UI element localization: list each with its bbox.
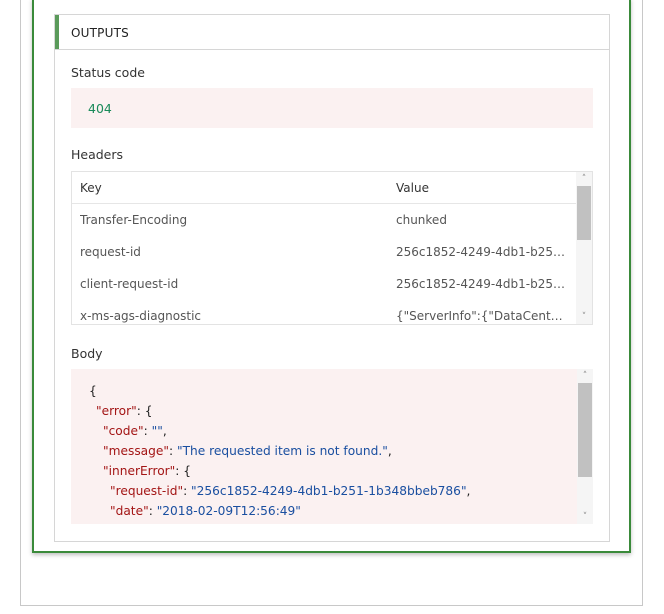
json-punctuation: , — [466, 484, 471, 498]
outputs-title: OUTPUTS — [71, 26, 129, 40]
table-row: Transfer-Encoding chunked — [72, 204, 577, 236]
header-key: x-ms-ags-diagnostic — [80, 309, 202, 323]
header-key: Transfer-Encoding — [80, 213, 188, 227]
chevron-up-icon[interactable]: ˄ — [576, 172, 592, 186]
code-line: "request-id": "256c1852-4249-4db1-b251-1… — [89, 481, 470, 501]
json-key: "error" — [96, 404, 137, 418]
status-code-label: Status code — [71, 65, 145, 80]
body-label: Body — [71, 346, 103, 361]
json-key: "request-id" — [110, 484, 184, 498]
header-value: chunked — [396, 213, 447, 227]
json-string: "The requested item is not found." — [176, 444, 388, 458]
header-value: 256c1852-4249-4db1-b251-1... — [396, 277, 570, 291]
column-header-key: Key — [80, 181, 102, 195]
outputs-panel: OUTPUTS Status code 404 Headers Key Valu… — [54, 14, 610, 542]
json-punctuation: , — [387, 444, 392, 458]
code-line: "error": { — [89, 401, 470, 421]
status-code-value: 404 — [88, 101, 112, 116]
code-line: "message": "The requested item is not fo… — [89, 441, 470, 461]
json-string: "2018-02-09T12:56:49" — [156, 504, 301, 518]
code-line: "innerError": { — [89, 461, 470, 481]
header-key: request-id — [80, 245, 141, 259]
json-key: "innerError" — [103, 464, 176, 478]
body-scroll-thumb[interactable] — [578, 383, 592, 477]
header-key: client-request-id — [80, 277, 179, 291]
json-punctuation: : { — [136, 404, 153, 418]
json-punctuation: : — [148, 504, 157, 518]
body-code-box[interactable]: {"error": {"code": "", "message": "The re… — [71, 369, 593, 524]
json-punctuation: : — [183, 484, 192, 498]
json-string: "" — [151, 424, 163, 438]
code-line: "code": "", — [89, 421, 470, 441]
chevron-up-icon[interactable]: ˄ — [577, 369, 593, 383]
headers-label: Headers — [71, 147, 124, 162]
chevron-down-icon[interactable]: ˅ — [576, 310, 592, 324]
json-punctuation: { — [89, 384, 97, 398]
outputs-accent-bar — [55, 15, 59, 49]
json-key: "date" — [110, 504, 149, 518]
json-key: "message" — [103, 444, 169, 458]
outputs-header: OUTPUTS — [55, 15, 609, 50]
table-row: request-id 256c1852-4249-4db1-b251-1... — [72, 236, 577, 268]
table-row: x-ms-ags-diagnostic {"ServerInfo":{"Data… — [72, 300, 577, 324]
headers-table-header: Key Value — [72, 172, 577, 204]
json-punctuation: : { — [175, 464, 191, 478]
headers-scrollbar[interactable]: ˄ ˅ — [576, 172, 592, 324]
chevron-down-icon[interactable]: ˅ — [577, 510, 593, 524]
body-json: {"error": {"code": "", "message": "The re… — [89, 381, 470, 521]
json-punctuation: : — [143, 424, 152, 438]
headers-scroll-thumb[interactable] — [577, 186, 591, 240]
code-line: { — [89, 381, 470, 401]
column-header-value: Value — [396, 181, 429, 195]
json-punctuation: , — [162, 424, 167, 438]
json-punctuation: : — [168, 444, 177, 458]
status-code-box: 404 — [71, 88, 593, 128]
json-string: "256c1852-4249-4db1-b251-1b348bbeb786" — [191, 484, 467, 498]
headers-table[interactable]: Key Value Transfer-Encoding chunked requ… — [71, 171, 593, 325]
header-value: 256c1852-4249-4db1-b251-1... — [396, 245, 570, 259]
body-scrollbar[interactable]: ˄ ˅ — [577, 369, 593, 524]
table-row: client-request-id 256c1852-4249-4db1-b25… — [72, 268, 577, 300]
code-line: "date": "2018-02-09T12:56:49" — [89, 501, 470, 521]
header-value: {"ServerInfo":{"DataCenter":"W... — [396, 309, 570, 323]
json-key: "code" — [103, 424, 144, 438]
